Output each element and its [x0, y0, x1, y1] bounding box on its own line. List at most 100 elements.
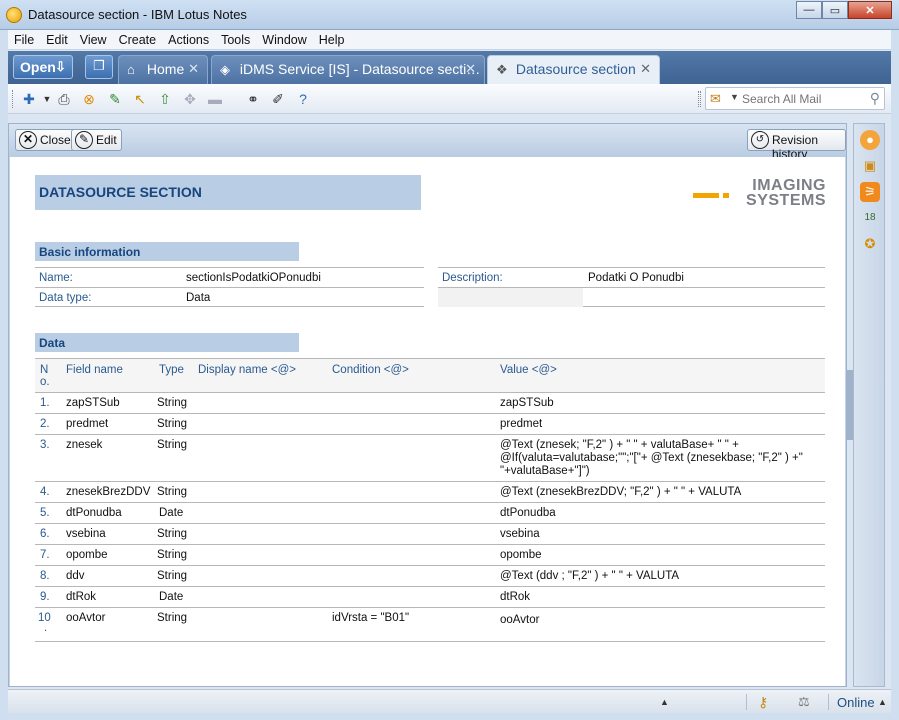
menu-actions[interactable]: Actions: [162, 33, 215, 47]
data-heading: Data: [35, 333, 299, 352]
description-label: Description:: [442, 272, 503, 284]
row-type: String: [157, 439, 188, 451]
open-label: Open: [20, 59, 56, 75]
pencil-icon[interactable]: ✐: [269, 90, 287, 108]
table-row: 1. zapSTSub String zapSTSub: [35, 393, 825, 414]
menu-edit[interactable]: Edit: [40, 33, 74, 47]
minimize-button[interactable]: —: [796, 1, 822, 19]
datatype-row: Data type: Data: [35, 287, 424, 307]
menu-view[interactable]: View: [74, 33, 113, 47]
status-bar: ▲ ⚷ ⚖ Online ▲: [8, 689, 891, 713]
revision-history-button[interactable]: ↺ Revision history: [747, 129, 846, 161]
close-button[interactable]: ✕ Close: [15, 129, 76, 151]
close-window-button[interactable]: ✕: [848, 1, 892, 19]
name-value: sectionIsPodatkiOPonudbi: [186, 272, 321, 284]
row-no: 7.: [40, 549, 50, 561]
help-icon[interactable]: ?: [294, 90, 312, 108]
menu-window[interactable]: Window: [256, 33, 312, 47]
search-scope-icon[interactable]: ✉: [710, 91, 721, 107]
col-no-line2: o.: [40, 376, 50, 388]
toolbar-grip[interactable]: [12, 90, 15, 108]
row-type: String: [157, 418, 188, 430]
row-field: vsebina: [66, 528, 106, 540]
lotus-notes-app-icon[interactable]: [6, 7, 22, 23]
data-title: Data: [39, 336, 66, 350]
move-icon: ✥: [184, 91, 196, 107]
reply-icon[interactable]: ↖: [131, 90, 149, 108]
row-value: ooAvtor: [500, 614, 540, 626]
search-box[interactable]: ✉ ▼ ⚲: [705, 87, 885, 110]
minus-icon: ▬: [208, 91, 222, 107]
description-empty-row: [438, 287, 825, 307]
datatype-value: Data: [186, 292, 211, 304]
row-no: 9.: [40, 591, 50, 603]
row-condition: idVrsta = "B01": [332, 612, 410, 624]
activities-icon[interactable]: ✪: [860, 234, 880, 254]
tab-home[interactable]: ⌂ Home ✕: [118, 55, 208, 84]
home-icon: ⌂: [127, 62, 135, 77]
row-no-suffix: .: [44, 622, 48, 634]
right-sidebar: ● ▣ ⚞ 18 ✪: [853, 123, 885, 687]
row-value: predmet: [500, 418, 543, 430]
menu-bar: File Edit View Create Actions Tools Wind…: [8, 30, 891, 50]
edit-pencil-icon: ✎: [75, 131, 93, 149]
table-row: 3. znesek String @Text (znesek; "F,2" ) …: [35, 435, 825, 482]
menu-tools[interactable]: Tools: [215, 33, 256, 47]
table-row: 9. dtRok Date dtRok: [35, 587, 825, 608]
row-field: dtRok: [66, 591, 97, 603]
row-type: String: [157, 486, 188, 498]
close-label: Close: [40, 133, 71, 147]
search-scope-caret-icon[interactable]: ▼: [730, 92, 739, 102]
forward-icon[interactable]: ✎: [106, 90, 124, 108]
rss-feed-icon[interactable]: ⚞: [860, 182, 880, 202]
window-title: Datasource section - IBM Lotus Notes: [28, 7, 247, 22]
folder-up-icon[interactable]: ⇧: [156, 90, 174, 108]
open-arrow-icon: ⇩: [55, 59, 66, 74]
window-switcher-button[interactable]: ❐: [85, 55, 113, 79]
row-value: @Text (znesekBrezDDV; "F,2" ) + " " + VA…: [500, 486, 742, 498]
toolbar: ✚ ▼ ⎙ ⊗ ✎ ↖ ⇧ ✥ ▬ ⚭ ✐ ? ✉ ▼ ⚲: [8, 84, 891, 114]
row-field: zapSTSub: [66, 397, 120, 409]
edit-button[interactable]: ✎ Edit: [71, 129, 122, 151]
menu-file[interactable]: File: [8, 33, 40, 47]
row-type: String: [157, 397, 188, 409]
search-grip[interactable]: [698, 91, 701, 107]
page-title: DATASOURCE SECTION: [39, 184, 202, 200]
key-icon[interactable]: ⚷: [758, 694, 768, 711]
close-tab-home-icon[interactable]: ✕: [188, 61, 199, 77]
table-header: N o. Field name Type Display name <@> Co…: [35, 358, 825, 393]
row-field: znesek: [66, 439, 103, 451]
open-button[interactable]: Open ⇩: [13, 55, 73, 79]
close-tab-datasource-icon[interactable]: ✕: [640, 61, 651, 77]
tab-idms-service[interactable]: ◈ iDMS Service [IS] - Datasource secti… …: [211, 55, 485, 84]
online-caret-icon[interactable]: ▲: [878, 697, 887, 707]
new-document-icon[interactable]: ✚: [20, 90, 38, 108]
status-menu-caret-icon[interactable]: ▲: [660, 697, 669, 707]
briefcase-icon[interactable]: ▣: [860, 156, 880, 176]
col-field-name: Field name: [66, 364, 123, 376]
stop-icon[interactable]: ⊗: [80, 90, 98, 108]
datatype-label: Data type:: [39, 292, 92, 304]
table-row: 2. predmet String predmet: [35, 414, 825, 435]
binoculars-icon[interactable]: ⚭: [244, 90, 262, 108]
search-icon[interactable]: ⚲: [870, 90, 880, 107]
search-input[interactable]: [742, 90, 862, 107]
print-icon[interactable]: ⎙: [55, 90, 73, 108]
online-status[interactable]: Online: [837, 695, 875, 710]
maximize-button[interactable]: ▭: [822, 1, 848, 19]
table-row: 7. opombe String opombe: [35, 545, 825, 566]
close-tab-idms-icon[interactable]: ✕: [465, 61, 476, 77]
menu-help[interactable]: Help: [313, 33, 351, 47]
table-row: 5. dtPonudba Date dtPonudba: [35, 503, 825, 524]
tab-datasource-section[interactable]: ❖ Datasource section ✕: [487, 55, 660, 84]
chat-icon[interactable]: ●: [860, 130, 880, 150]
menu-create[interactable]: Create: [113, 33, 163, 47]
tab-home-label: Home: [146, 61, 185, 77]
row-type: Date: [159, 507, 184, 519]
location-icon[interactable]: ⚖: [798, 694, 810, 710]
row-value-line-1: @Text (znesek; "F,2" ) + " " + valutaBas…: [500, 439, 739, 451]
new-dropdown-caret-icon[interactable]: ▼: [38, 90, 56, 108]
calendar-icon[interactable]: 18: [860, 208, 880, 228]
window-border-bottom: [0, 713, 899, 720]
document-icon: ❖: [496, 62, 508, 77]
